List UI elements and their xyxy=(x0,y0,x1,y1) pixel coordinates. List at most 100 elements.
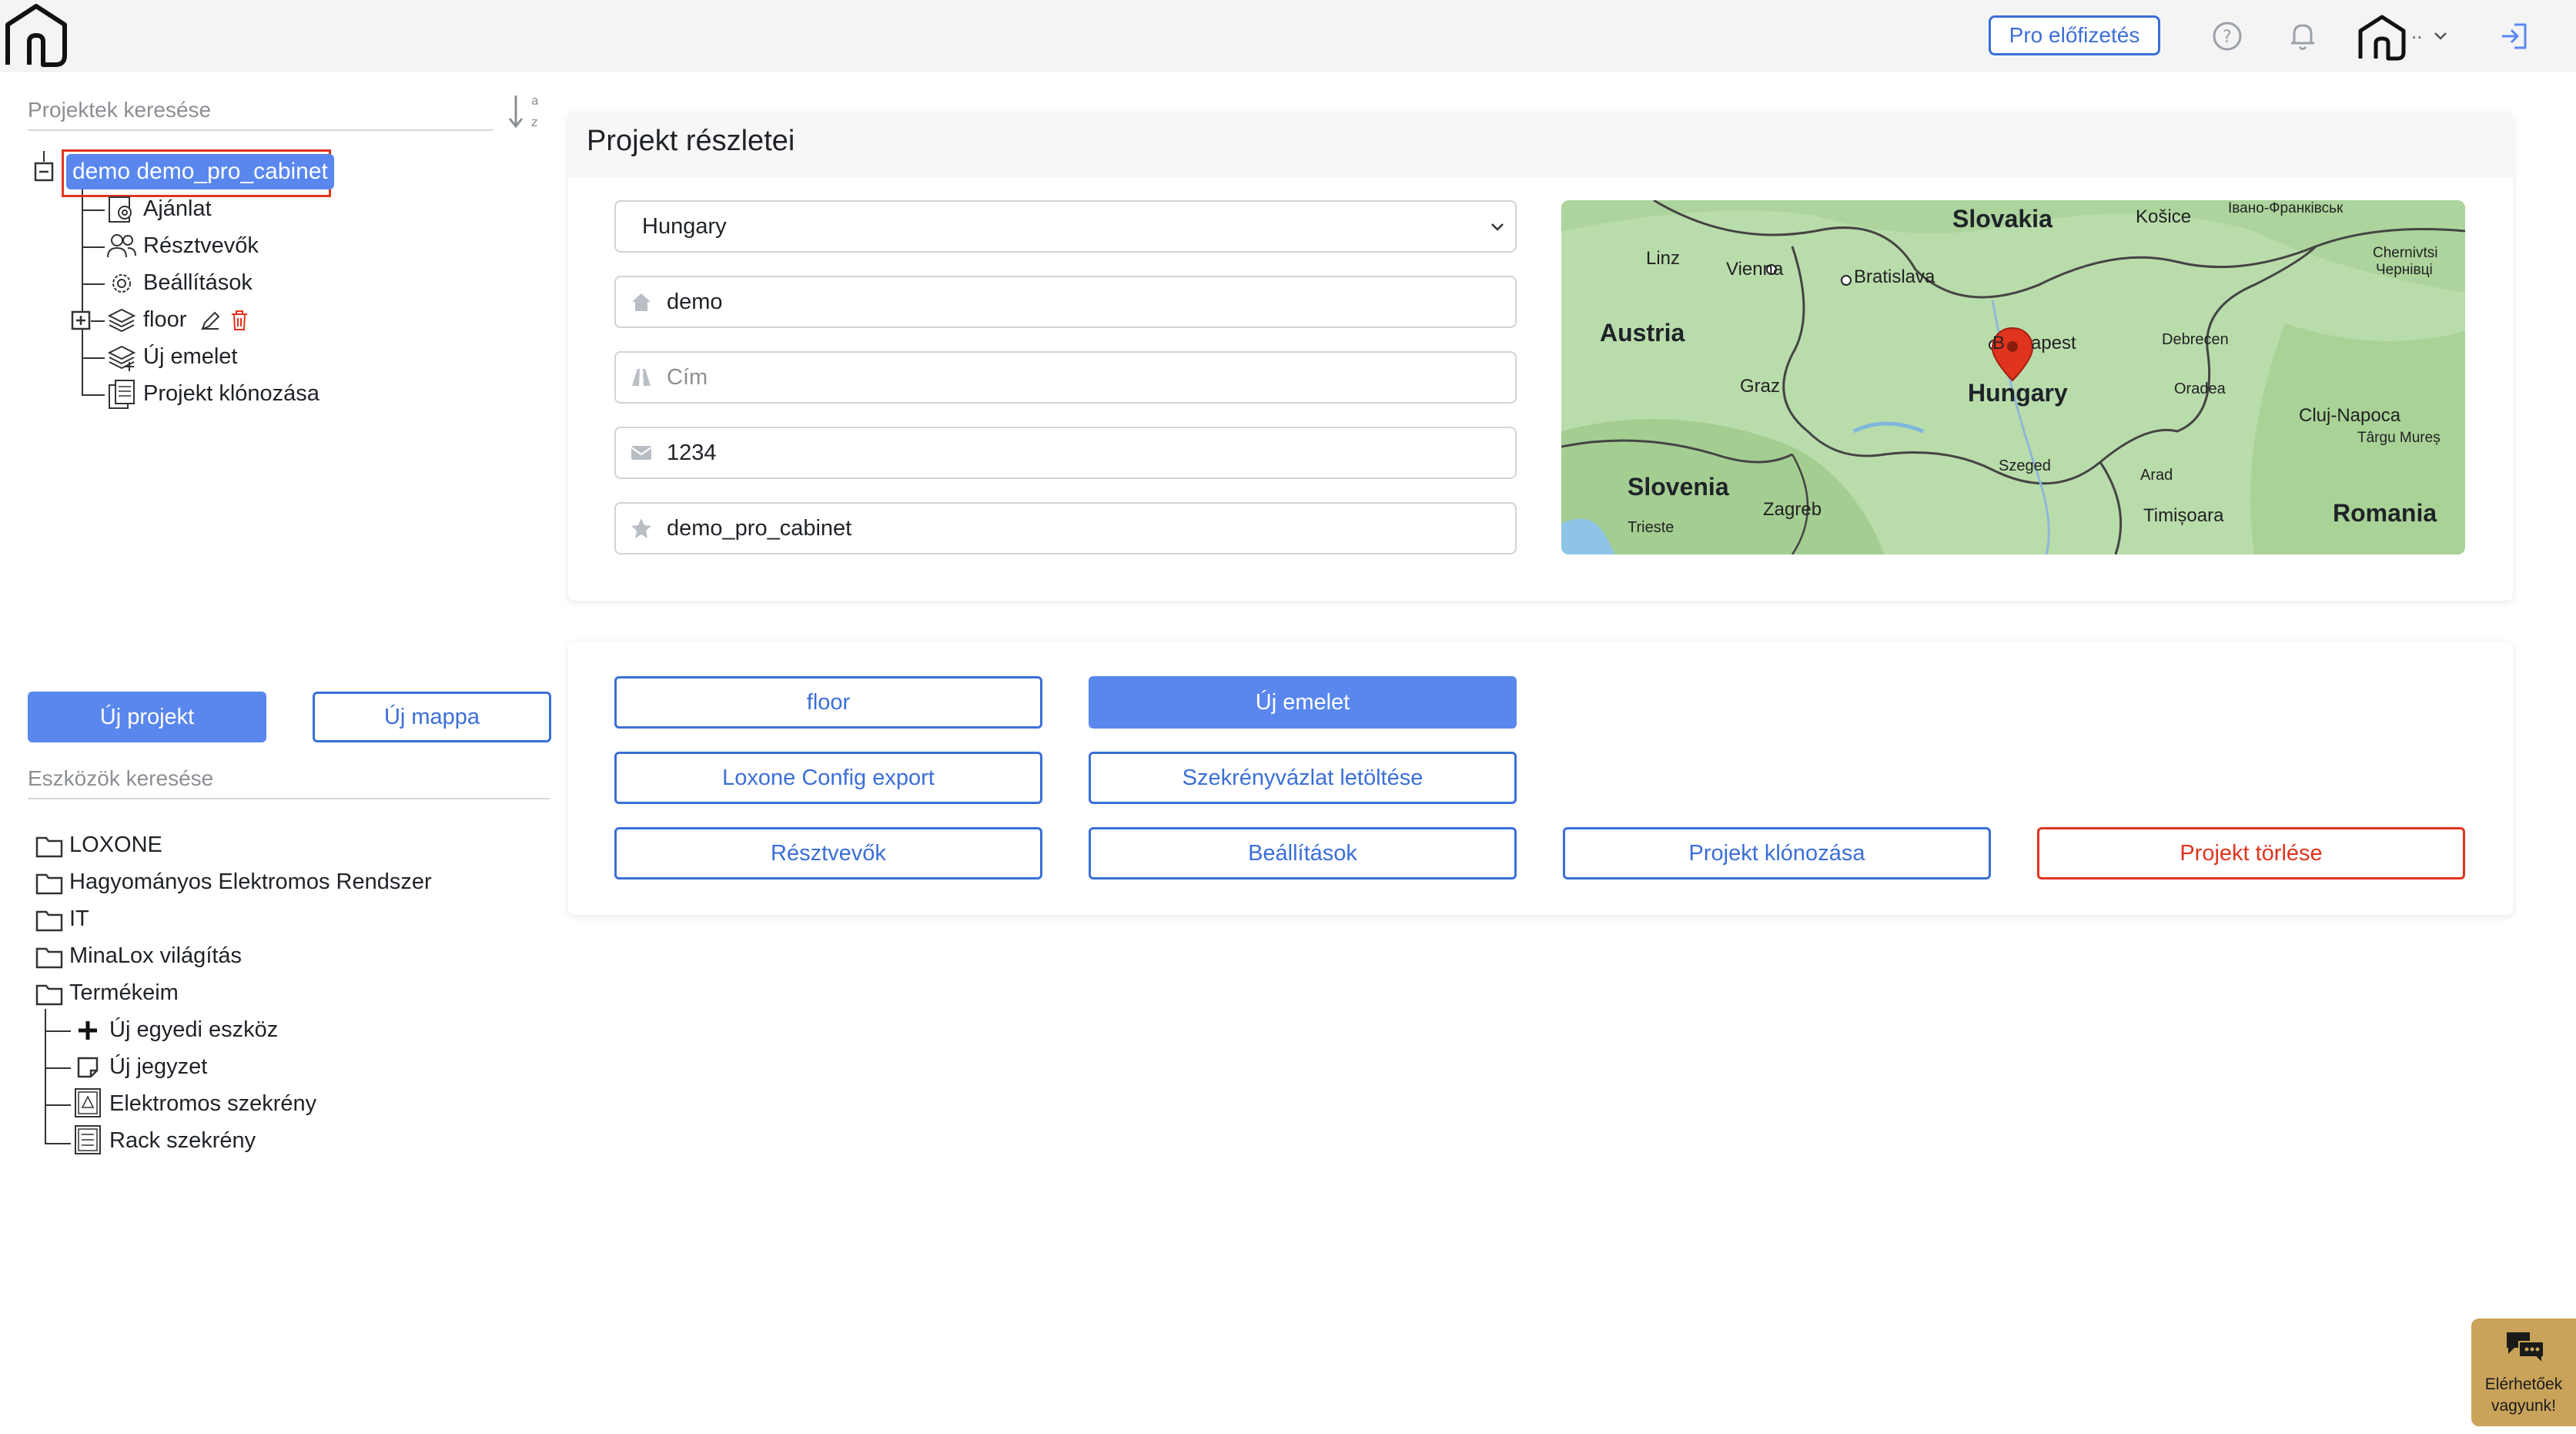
sort-az-icon[interactable]: a z xyxy=(505,91,539,134)
layers-icon xyxy=(107,308,136,333)
home-icon xyxy=(632,293,651,311)
product-new-note[interactable]: Új jegyzet xyxy=(109,1054,207,1080)
user-menu-dots[interactable]: .. xyxy=(2411,20,2422,44)
tree-line xyxy=(82,246,105,248)
card-header xyxy=(568,112,2513,177)
tree-line xyxy=(45,1104,71,1106)
folder-minalox[interactable]: MinaLox világítás xyxy=(69,943,242,969)
tree-line xyxy=(45,1030,71,1032)
chevron-down-icon[interactable] xyxy=(2433,31,2448,42)
folder-my-products[interactable]: Termékeim xyxy=(69,980,179,1006)
loxone-config-export-button[interactable]: Loxone Config export xyxy=(614,752,1042,804)
location-map[interactable]: Slovakia Austria Hungary Slovenia Romani… xyxy=(1561,200,2465,555)
tree-line xyxy=(91,320,105,322)
map-city-label: Chernivtsi xyxy=(2373,245,2438,261)
address-field[interactable]: Cím xyxy=(614,351,1517,404)
chat-bubbles-icon xyxy=(2507,1332,2544,1365)
folder-icon xyxy=(35,873,63,895)
note-icon xyxy=(77,1057,99,1078)
new-floor-button[interactable]: Új emelet xyxy=(1089,676,1517,729)
country-value: Hungary xyxy=(642,213,727,239)
chat-label-line1: Elérhetőek xyxy=(2484,1375,2563,1393)
tree-line xyxy=(82,394,105,396)
delete-project-button[interactable]: Projekt törlése xyxy=(2037,827,2465,879)
country-select[interactable]: Hungary xyxy=(614,200,1517,253)
map-city-label: Târgu Mureș xyxy=(2357,430,2441,446)
chat-label-line2: vagyunk! xyxy=(2491,1397,2557,1415)
product-new-custom-device[interactable]: Új egyedi eszköz xyxy=(109,1017,278,1043)
chat-widget[interactable]: Elérhetőek vagyunk! xyxy=(2471,1318,2576,1426)
map-country-label: Slovenia xyxy=(1628,473,1729,501)
users-icon xyxy=(107,234,136,258)
map-city-label: Debrecen xyxy=(2162,331,2229,348)
map-city-label: Linz xyxy=(1646,248,1681,269)
map-city-label: Košice xyxy=(2136,206,2192,227)
tree-line xyxy=(45,1067,71,1069)
tree-item-participants[interactable]: Résztvevők xyxy=(143,233,259,259)
gear-icon xyxy=(112,274,131,293)
product-electric-cabinet[interactable]: Elektromos szekrény xyxy=(109,1091,316,1117)
folder-icon xyxy=(35,836,63,858)
map-city-label: Trieste xyxy=(1628,519,1674,536)
home-logo-icon[interactable] xyxy=(5,2,68,68)
clone-icon xyxy=(109,380,135,409)
help-icon[interactable]: ? xyxy=(2210,18,2245,54)
floor-button[interactable]: floor xyxy=(614,676,1042,729)
map-city-label: Vienna xyxy=(1726,259,1784,280)
tree-line xyxy=(82,189,83,396)
tree-line xyxy=(82,357,105,359)
tree-item-settings[interactable]: Beállítások xyxy=(143,270,253,296)
map-city-label: Zagreb xyxy=(1763,499,1822,520)
svg-text:?: ? xyxy=(2223,28,2232,47)
map-city-label: B xyxy=(1992,333,2006,353)
project-id-value: demo_pro_cabinet xyxy=(667,515,852,541)
zip-field[interactable]: 1234 xyxy=(614,427,1517,479)
tools-search-input[interactable]: Eszközök keresése xyxy=(28,759,550,799)
folder-it[interactable]: IT xyxy=(69,906,89,932)
map-country-label: Romania xyxy=(2333,499,2437,527)
new-project-button[interactable]: Új projekt xyxy=(28,692,266,742)
project-name-field[interactable]: demo xyxy=(614,276,1517,328)
folder-icon xyxy=(35,947,63,969)
trash-icon[interactable] xyxy=(228,308,251,333)
map-city-label: Graz xyxy=(1740,376,1781,397)
logout-icon[interactable] xyxy=(2497,18,2533,54)
map-country-label: Austria xyxy=(1600,319,1685,347)
map-city-label: Arad xyxy=(2140,467,2173,484)
tree-item-offer[interactable]: Ajánlat xyxy=(143,196,212,222)
address-placeholder: Cím xyxy=(667,364,708,390)
project-id-field[interactable]: demo_pro_cabinet xyxy=(614,502,1517,555)
folder-traditional-electric[interactable]: Hagyományos Elektromos Rendszer xyxy=(69,869,432,895)
tree-item-new-floor[interactable]: Új emelet xyxy=(143,344,238,370)
layers-add-icon xyxy=(107,345,136,371)
folder-open-icon xyxy=(35,984,63,1006)
card-title: Projekt részletei xyxy=(587,125,795,157)
tree-root-project[interactable]: demo demo_pro_cabinet xyxy=(66,154,334,189)
tree-line xyxy=(43,151,45,162)
collapse-icon[interactable] xyxy=(34,162,54,182)
electric-cabinet-icon xyxy=(75,1088,101,1117)
bell-icon[interactable] xyxy=(2285,18,2320,54)
map-city-label: Oradea xyxy=(2174,380,2226,397)
cabinet-draft-download-button[interactable]: Szekrényvázlat letöltése xyxy=(1089,752,1517,804)
pro-subscription-button[interactable]: Pro előfizetés xyxy=(1989,15,2160,55)
participants-button[interactable]: Résztvevők xyxy=(614,827,1042,879)
map-city-label: Szeged xyxy=(1999,457,2051,474)
settings-button[interactable]: Beállítások xyxy=(1089,827,1517,879)
svg-text:a: a xyxy=(531,93,539,108)
user-home-icon[interactable] xyxy=(2357,12,2407,62)
folder-loxone[interactable]: LOXONE xyxy=(69,833,162,858)
tree-line xyxy=(82,283,105,285)
project-search-input[interactable]: Projektek keresése xyxy=(28,91,493,131)
new-folder-button[interactable]: Új mappa xyxy=(313,692,551,742)
tree-item-floor[interactable]: floor xyxy=(143,307,186,333)
tree-item-clone[interactable]: Projekt klónozása xyxy=(143,381,319,407)
expand-icon[interactable] xyxy=(71,310,91,330)
pencil-icon[interactable] xyxy=(199,310,222,333)
clone-project-button[interactable]: Projekt klónozása xyxy=(1563,827,1991,879)
product-rack-cabinet[interactable]: Rack szekrény xyxy=(109,1128,256,1154)
map-city-label: apest xyxy=(2031,333,2076,353)
envelope-icon xyxy=(631,446,652,460)
map-terrain xyxy=(1561,200,2465,555)
map-city-label: Timișoara xyxy=(2143,505,2224,526)
